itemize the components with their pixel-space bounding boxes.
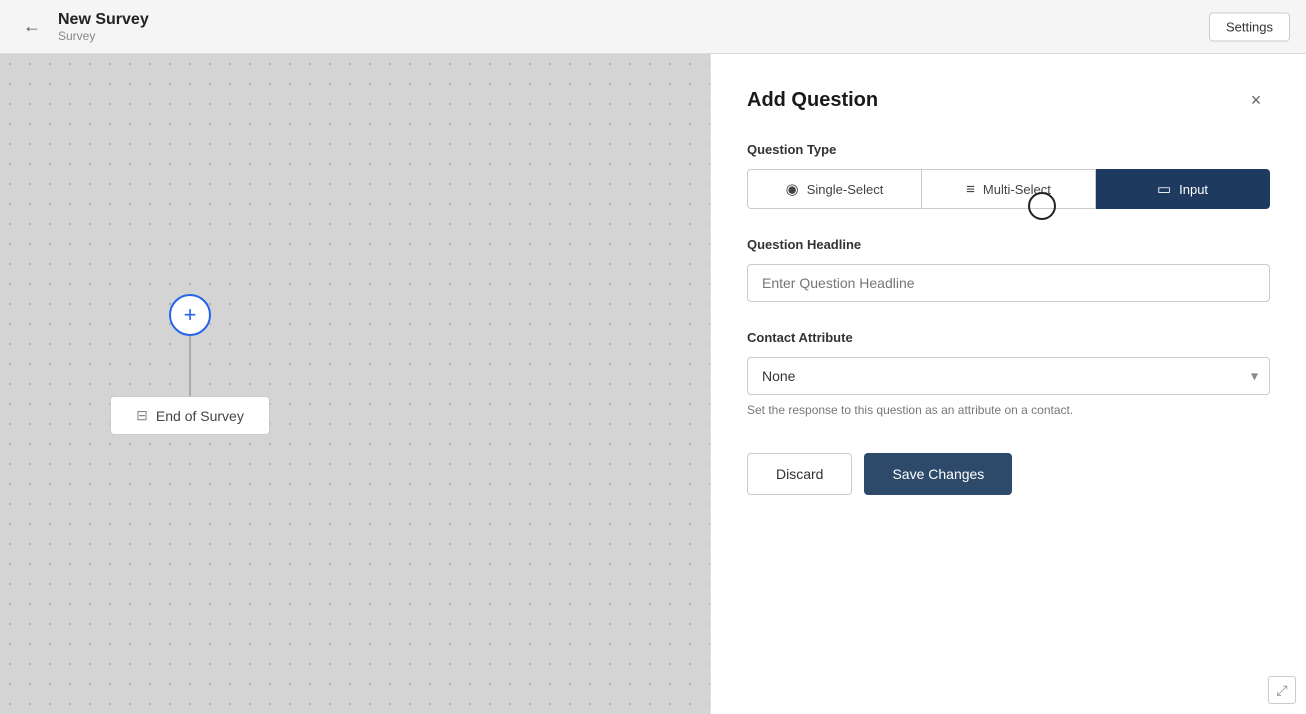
settings-button[interactable]: Settings xyxy=(1209,12,1290,41)
end-of-survey-node[interactable]: ⊟ End of Survey xyxy=(110,396,270,435)
add-node-container: + ⊟ End of Survey xyxy=(110,294,270,435)
header-title-block: New Survey Survey xyxy=(58,11,149,43)
add-icon: + xyxy=(184,302,197,328)
panel-title: Add Question xyxy=(747,89,878,112)
survey-canvas: + ⊟ End of Survey xyxy=(0,54,710,714)
app-header: ← New Survey Survey Settings xyxy=(0,0,1306,54)
back-icon: ← xyxy=(23,16,41,37)
end-of-survey-icon: ⊟ xyxy=(136,407,148,424)
panel-header: Add Question × xyxy=(747,86,1270,114)
survey-title: New Survey xyxy=(58,11,149,29)
question-type-selector: ◉ Single-Select ≡ Multi-Select ▭ Input xyxy=(747,169,1270,209)
input-label: Input xyxy=(1179,182,1208,197)
survey-subtitle: Survey xyxy=(58,29,149,43)
expand-symbol: ⤢ xyxy=(1276,682,1287,699)
contact-attribute-select[interactable]: None xyxy=(747,357,1270,395)
single-select-icon: ◉ xyxy=(786,180,799,198)
contact-attribute-label: Contact Attribute xyxy=(747,330,1270,345)
single-select-button[interactable]: ◉ Single-Select xyxy=(747,169,922,209)
save-changes-button[interactable]: Save Changes xyxy=(864,453,1012,495)
question-type-label: Question Type xyxy=(747,142,1270,157)
question-headline-input[interactable] xyxy=(747,264,1270,302)
single-select-label: Single-Select xyxy=(807,182,884,197)
input-icon: ▭ xyxy=(1157,180,1171,198)
contact-attribute-hint: Set the response to this question as an … xyxy=(747,403,1270,417)
action-buttons: Discard Save Changes xyxy=(747,453,1270,495)
discard-button[interactable]: Discard xyxy=(747,453,852,495)
multi-select-button[interactable]: ≡ Multi-Select xyxy=(922,169,1096,209)
contact-attribute-wrapper: None ▾ xyxy=(747,357,1270,395)
expand-icon[interactable]: ⤢ xyxy=(1268,676,1296,704)
connector-line xyxy=(189,336,191,396)
add-question-panel: Add Question × Question Type ◉ Single-Se… xyxy=(710,54,1306,714)
add-node-button[interactable]: + xyxy=(169,294,211,336)
question-headline-label: Question Headline xyxy=(747,237,1270,252)
end-of-survey-label: End of Survey xyxy=(156,408,244,424)
input-button[interactable]: ▭ Input xyxy=(1096,169,1270,209)
multi-select-icon: ≡ xyxy=(966,181,975,198)
multi-select-label: Multi-Select xyxy=(983,182,1051,197)
close-panel-button[interactable]: × xyxy=(1242,86,1270,114)
back-button[interactable]: ← xyxy=(16,11,48,43)
